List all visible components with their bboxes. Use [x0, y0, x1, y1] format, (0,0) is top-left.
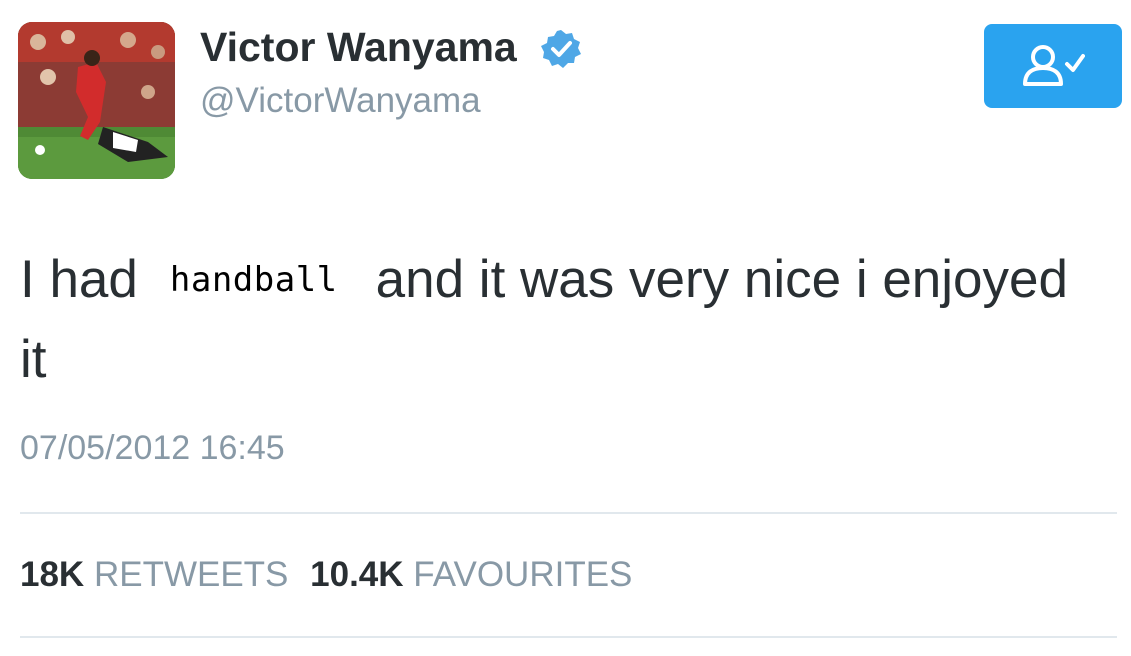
redacted-word: handball — [169, 260, 338, 300]
divider — [20, 636, 1117, 638]
favourites-count[interactable]: 10.4K — [310, 555, 403, 594]
avatar[interactable] — [18, 22, 175, 179]
following-button[interactable] — [984, 24, 1122, 108]
verified-badge-icon — [541, 30, 581, 68]
tweet-text-before: I had — [20, 250, 138, 309]
avatar-photo — [18, 22, 175, 179]
tweet-timestamp[interactable]: 07/05/2012 16:45 — [20, 428, 285, 468]
tweet-stats: 18K RETWEETS 10.4K FAVOURITES — [20, 553, 632, 597]
display-name[interactable]: Victor Wanyama — [200, 22, 517, 72]
retweets-count[interactable]: 18K — [20, 555, 84, 594]
divider — [20, 512, 1117, 514]
retweets-label[interactable]: RETWEETS — [94, 555, 288, 594]
user-handle[interactable]: @VictorWanyama — [200, 79, 481, 123]
favourites-label[interactable]: FAVOURITES — [413, 555, 632, 594]
tweet-text: I had handball and it was very nice i enjo… — [20, 240, 1100, 400]
user-following-check-icon — [1023, 45, 1085, 86]
